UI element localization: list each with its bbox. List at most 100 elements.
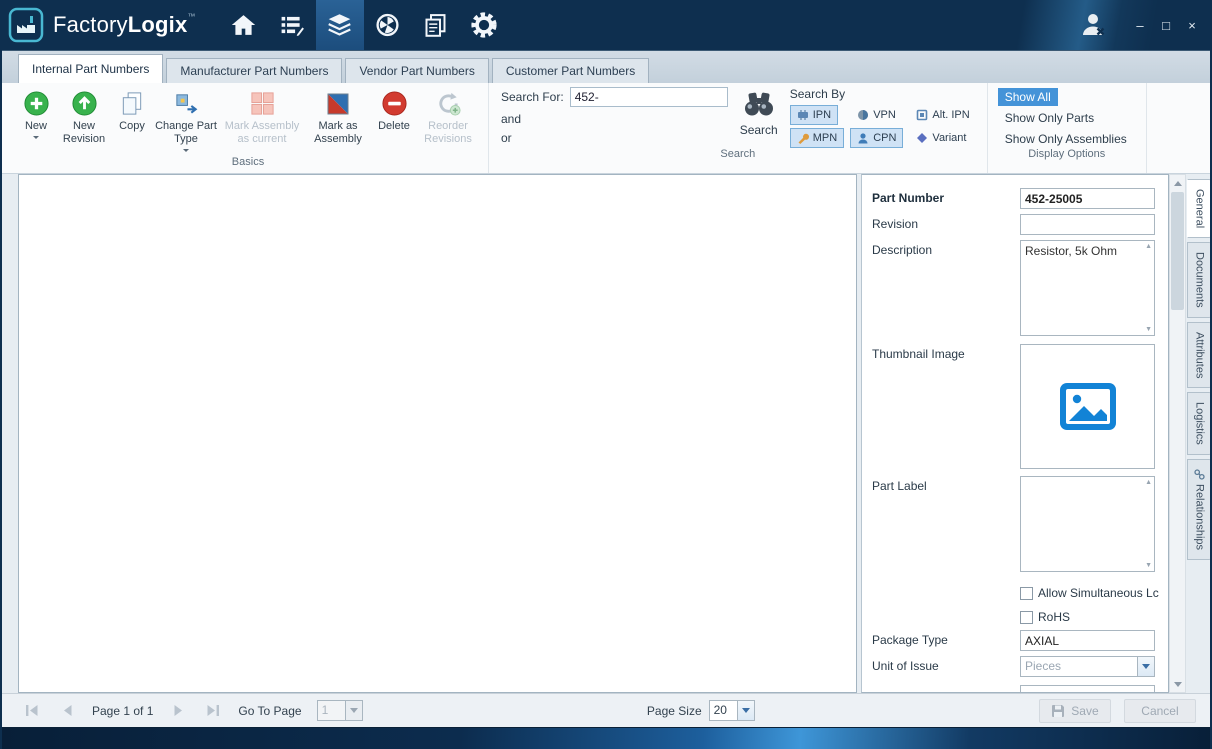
allow-simultaneous-checkbox[interactable]	[1020, 587, 1033, 600]
scrollbar-thumb[interactable]	[1171, 192, 1184, 310]
cpn-icon	[857, 132, 869, 144]
toggle-cpn-label: CPN	[873, 132, 896, 144]
save-button[interactable]: Save	[1039, 699, 1111, 723]
search-for-label: Search For:	[501, 90, 564, 104]
copy-button[interactable]: Copy	[113, 89, 151, 133]
toggle-cpn[interactable]: CPN	[850, 128, 903, 148]
side-tab-documents[interactable]: Documents	[1187, 242, 1212, 318]
settings-icon[interactable]	[460, 0, 508, 50]
clipped-field[interactable]	[1020, 685, 1155, 693]
alt-ipn-icon	[916, 109, 928, 121]
window-controls: – □ ×	[1080, 11, 1212, 40]
delete-button[interactable]: Delete	[373, 89, 415, 133]
production-icon[interactable]	[364, 0, 412, 50]
display-option-show-only-parts[interactable]: Show Only Parts	[998, 109, 1101, 127]
change-part-type-button[interactable]: Change Part Type	[153, 89, 219, 155]
relationships-icon	[1194, 469, 1205, 480]
part-label-field[interactable]: ▲ ▼	[1020, 476, 1155, 572]
toggle-alt-ipn[interactable]: Alt. IPN	[909, 105, 976, 125]
display-option-show-all[interactable]: Show All	[998, 88, 1058, 106]
unit-of-issue-select[interactable]: Pieces	[1020, 656, 1155, 677]
new-revision-button[interactable]: New Revision	[57, 89, 111, 146]
part-number-field[interactable]	[1020, 188, 1155, 209]
scroll-up-icon[interactable]: ▲	[1145, 243, 1152, 250]
properties-scrollbar[interactable]	[1169, 174, 1186, 693]
scrollbar-up-icon[interactable]	[1171, 176, 1184, 190]
last-page-icon[interactable]	[203, 702, 223, 720]
parts-icon[interactable]	[316, 0, 364, 50]
home-icon[interactable]	[220, 0, 268, 50]
planning-icon[interactable]	[268, 0, 316, 50]
toggle-vpn[interactable]: VPN	[850, 105, 903, 125]
main-content: Part Number Revision Description Resisto…	[0, 174, 1212, 693]
reorder-revisions-label: Reorder Revisions	[419, 120, 477, 146]
side-tab-general[interactable]: General	[1187, 179, 1212, 238]
previous-page-icon[interactable]	[57, 702, 77, 720]
ribbon-group-basics: New New Revision Copy	[0, 83, 489, 173]
go-to-page-value: 1	[318, 701, 345, 720]
app-window: FactoryLogix™	[0, 0, 1212, 749]
side-tab-relationships[interactable]: Relationships	[1187, 459, 1212, 560]
revision-field[interactable]	[1020, 214, 1155, 235]
reorder-revisions-button[interactable]: Reorder Revisions	[417, 89, 479, 146]
scrollbar-down-icon[interactable]	[1171, 677, 1184, 691]
ribbon-filler	[1147, 83, 1212, 173]
documents-icon[interactable]	[412, 0, 460, 50]
toggle-variant[interactable]: Variant	[909, 128, 973, 148]
ipn-icon	[797, 109, 809, 121]
factorylogix-logo-icon	[8, 7, 44, 43]
scroll-down-icon[interactable]: ▼	[1145, 326, 1152, 333]
search-and-label: and	[501, 112, 728, 126]
package-type-field[interactable]	[1020, 630, 1155, 651]
scroll-down-icon[interactable]: ▼	[1145, 562, 1152, 569]
unit-of-issue-label: Unit of Issue	[872, 656, 1020, 677]
mark-as-assembly-button[interactable]: Mark as Assembly	[305, 89, 371, 146]
tab-internal-part-numbers[interactable]: Internal Part Numbers	[18, 54, 163, 83]
part-properties-panel: Part Number Revision Description Resisto…	[861, 174, 1169, 693]
toggle-vpn-label: VPN	[873, 109, 896, 121]
search-input[interactable]	[570, 87, 728, 107]
page-indicator: Page 1 of 1	[92, 704, 153, 718]
tab-vendor-part-numbers[interactable]: Vendor Part Numbers	[345, 58, 488, 83]
chevron-down-icon[interactable]	[345, 701, 362, 720]
description-label: Description	[872, 240, 1020, 336]
scroll-up-icon[interactable]: ▲	[1145, 479, 1152, 486]
variant-icon	[916, 132, 928, 144]
page-size-select[interactable]: 20	[709, 700, 755, 721]
toggle-ipn[interactable]: IPN	[790, 105, 838, 125]
next-page-icon[interactable]	[168, 702, 188, 720]
form-actions: Save Cancel	[1039, 699, 1196, 723]
close-button[interactable]: ×	[1182, 15, 1202, 35]
mark-assembly-as-current-icon	[249, 89, 276, 118]
cancel-button[interactable]: Cancel	[1124, 699, 1196, 723]
page-size-control: Page Size 20	[647, 700, 755, 721]
maximize-button[interactable]: □	[1156, 15, 1176, 35]
side-tab-attributes[interactable]: Attributes	[1187, 322, 1212, 388]
thumbnail-image-box[interactable]	[1020, 344, 1155, 469]
user-account-icon[interactable]	[1080, 11, 1108, 40]
side-tab-logistics[interactable]: Logistics	[1187, 392, 1212, 455]
chevron-down-icon	[183, 149, 189, 155]
go-to-page-select[interactable]: 1	[317, 700, 363, 721]
chevron-down-icon[interactable]	[1137, 657, 1154, 676]
cancel-label: Cancel	[1141, 704, 1178, 718]
revision-label: Revision	[872, 214, 1020, 235]
display-options-group-label: Display Options	[988, 148, 1146, 165]
search-group-label: Search	[489, 148, 987, 165]
minimize-button[interactable]: –	[1130, 15, 1150, 35]
new-label: New	[25, 120, 47, 133]
search-button[interactable]: Search	[740, 89, 778, 148]
mark-assembly-as-current-button[interactable]: Mark Assembly as current	[221, 89, 303, 146]
rohs-checkbox[interactable]	[1020, 611, 1033, 624]
new-button[interactable]: New	[17, 89, 55, 142]
part-list-area[interactable]	[18, 174, 857, 693]
description-field[interactable]: Resistor, 5k Ohm ▲ ▼	[1020, 240, 1155, 336]
toggle-mpn[interactable]: MPN	[790, 128, 844, 148]
tab-manufacturer-part-numbers[interactable]: Manufacturer Part Numbers	[166, 58, 342, 83]
display-option-show-only-assemblies[interactable]: Show Only Assemblies	[998, 130, 1134, 148]
tab-customer-part-numbers[interactable]: Customer Part Numbers	[492, 58, 649, 83]
toggle-mpn-label: MPN	[813, 132, 837, 144]
first-page-icon[interactable]	[22, 702, 42, 720]
chevron-down-icon[interactable]	[737, 701, 754, 720]
titlebar: FactoryLogix™	[0, 0, 1212, 50]
